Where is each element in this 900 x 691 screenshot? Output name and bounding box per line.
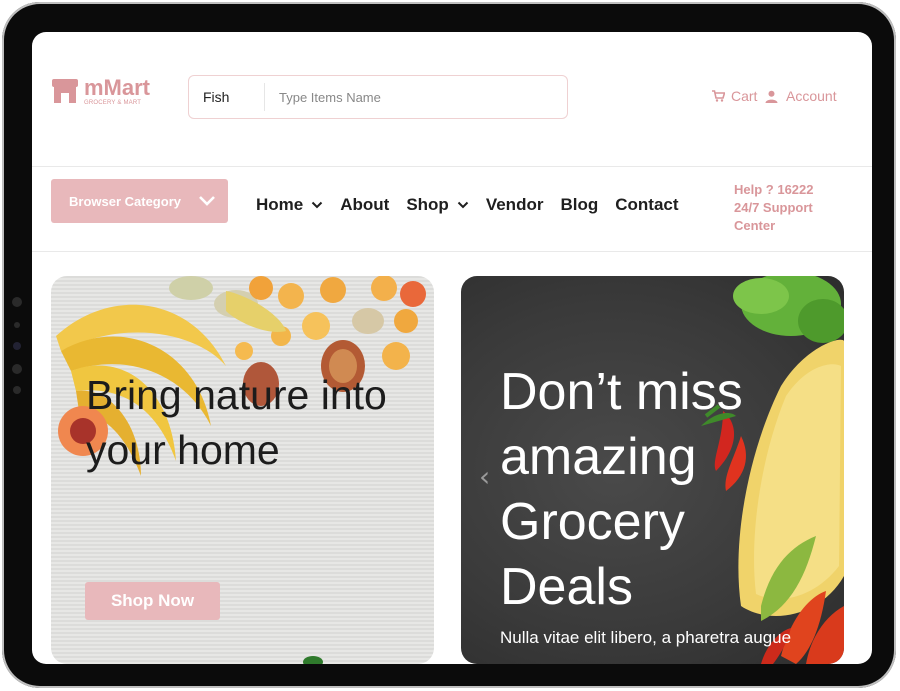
nav-item-label: Vendor [485, 195, 544, 214]
search-input[interactable] [277, 88, 551, 106]
hero-right-subtitle: Nulla vitae elit libero, a pharetra augu… [500, 628, 792, 647]
account-icon [765, 90, 778, 103]
shop-now-button[interactable]: Shop Now [85, 582, 220, 620]
side-button [12, 364, 22, 374]
main-navbar: Browser Category Home About Shop Vendor … [32, 167, 872, 252]
nav-item-home[interactable]: Home [256, 195, 323, 215]
cart-icon [712, 90, 725, 102]
chevron-down-icon [199, 196, 215, 206]
search-bar: Fish [188, 75, 568, 119]
help-line-support: 24/7 Support [734, 200, 813, 215]
nav-item-label: Blog [560, 195, 599, 214]
help-line-phone: Help ? 16222 [734, 182, 814, 197]
search-category-select[interactable]: Fish [189, 83, 265, 111]
help-line-center: Center [734, 218, 776, 233]
nav-item-label: Shop [406, 195, 449, 214]
brand-logo[interactable]: mMart GROCERY & MART [50, 76, 150, 106]
nav-item-blog[interactable]: Blog [560, 195, 598, 215]
nav-item-shop[interactable]: Shop [406, 195, 469, 215]
chevron-down-icon [457, 201, 469, 209]
help-support-text: Help ? 16222 24/7 Support Center [734, 181, 844, 235]
cart-label: Cart [731, 88, 758, 104]
tablet-frame: mMart GROCERY & MART Fish Cart [2, 2, 896, 688]
hero-left-title: Bring nature into your home [86, 372, 387, 473]
store-logo-icon [52, 79, 78, 103]
sensor-dot [13, 342, 21, 350]
top-header: mMart GROCERY & MART Fish Cart [32, 32, 872, 167]
nav-item-label: About [340, 195, 390, 214]
nav-item-label: Contact [615, 195, 679, 214]
account-link[interactable]: Account [765, 88, 837, 104]
browse-category-label: Browser Category [69, 193, 181, 209]
side-button [13, 386, 21, 394]
nav-item-vendor[interactable]: Vendor [486, 195, 544, 215]
sensor-dot [14, 322, 20, 328]
hero-banner-right: ‹ Don’t miss amazing Grocery Deals Nulla… [461, 276, 844, 664]
brand-tagline: GROCERY & MART [84, 99, 142, 106]
cart-link[interactable]: Cart [712, 88, 757, 104]
browser-screen: mMart GROCERY & MART Fish Cart [32, 32, 872, 664]
nav-item-about[interactable]: About [340, 195, 389, 215]
hero-banner-left: Bring nature into your home Shop Now [51, 276, 434, 664]
prev-arrow-icon[interactable]: ‹ [479, 460, 490, 493]
hero-right-title: Don’t miss amazing Grocery Deals [500, 363, 743, 616]
camera-dot [12, 297, 22, 307]
browse-category-button[interactable]: Browser Category [51, 179, 228, 223]
nav-item-contact[interactable]: Contact [615, 195, 678, 215]
account-label: Account [786, 88, 837, 104]
chevron-down-icon [312, 201, 323, 209]
brand-name: mMart [84, 74, 151, 100]
primary-nav: Home About Shop Vendor Blog Contact [256, 195, 679, 215]
nav-item-label: Home [256, 195, 304, 214]
